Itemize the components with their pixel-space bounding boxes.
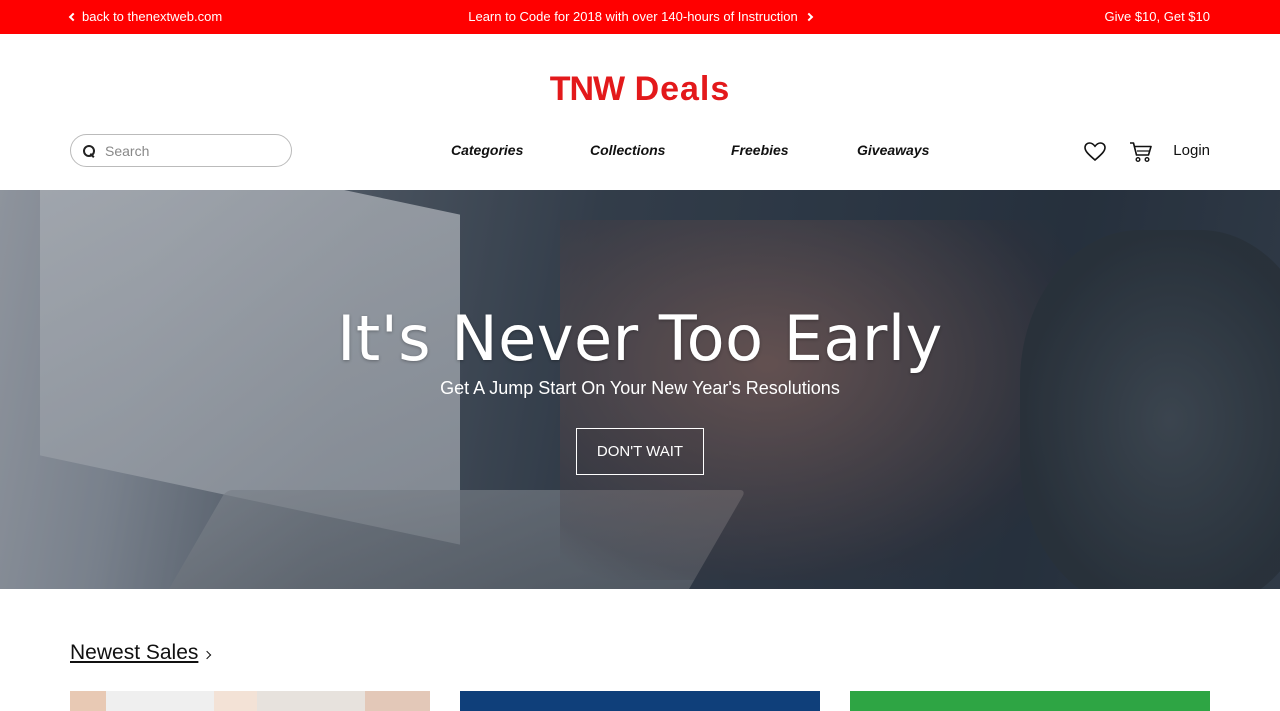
dont-wait-button[interactable]: DON'T WAIT (576, 428, 704, 475)
cart-icon[interactable] (1129, 141, 1153, 163)
search-input[interactable] (105, 142, 275, 159)
nav-collections[interactable]: Collections (590, 142, 665, 158)
newest-sales-title: Newest Sales (70, 641, 199, 664)
search-box (70, 134, 292, 167)
hero-subtitle: Get A Jump Start On Your New Year's Reso… (440, 378, 840, 398)
referral-link[interactable]: Give $10, Get $10 (1104, 9, 1210, 24)
promo-bar: back to thenextweb.com Learn to Code for… (0, 0, 1280, 34)
sale-card[interactable] (850, 691, 1210, 711)
chevron-right-icon (804, 12, 814, 21)
site-logo[interactable]: TNW Deals (0, 70, 1280, 109)
chevron-right-icon (203, 650, 212, 659)
logo-tnw: TNW (549, 70, 625, 108)
login-link[interactable]: Login (1173, 142, 1210, 159)
logo-deals: Deals (634, 70, 731, 108)
hero-title: It's Never Too Early (337, 302, 943, 375)
sale-card[interactable] (460, 691, 820, 711)
newest-sales-heading[interactable]: Newest Sales (70, 641, 212, 665)
sale-card[interactable] (70, 691, 430, 711)
hero-banner: It's Never Too Early Get A Jump Start On… (0, 190, 1280, 589)
promo-link-label: Learn to Code for 2018 with over 140-hou… (468, 9, 798, 24)
nav-giveaways[interactable]: Giveaways (857, 142, 929, 158)
promo-message: Learn to Code for 2018 with over 140-hou… (0, 9, 1280, 24)
heart-icon[interactable] (1084, 142, 1106, 162)
nav-freebies[interactable]: Freebies (731, 142, 789, 158)
site-header: TNW Deals Categories Collections Freebie… (0, 34, 1280, 190)
promo-link[interactable]: Learn to Code for 2018 with over 140-hou… (468, 9, 814, 24)
nav-categories[interactable]: Categories (451, 142, 523, 158)
search-icon[interactable] (83, 144, 95, 157)
